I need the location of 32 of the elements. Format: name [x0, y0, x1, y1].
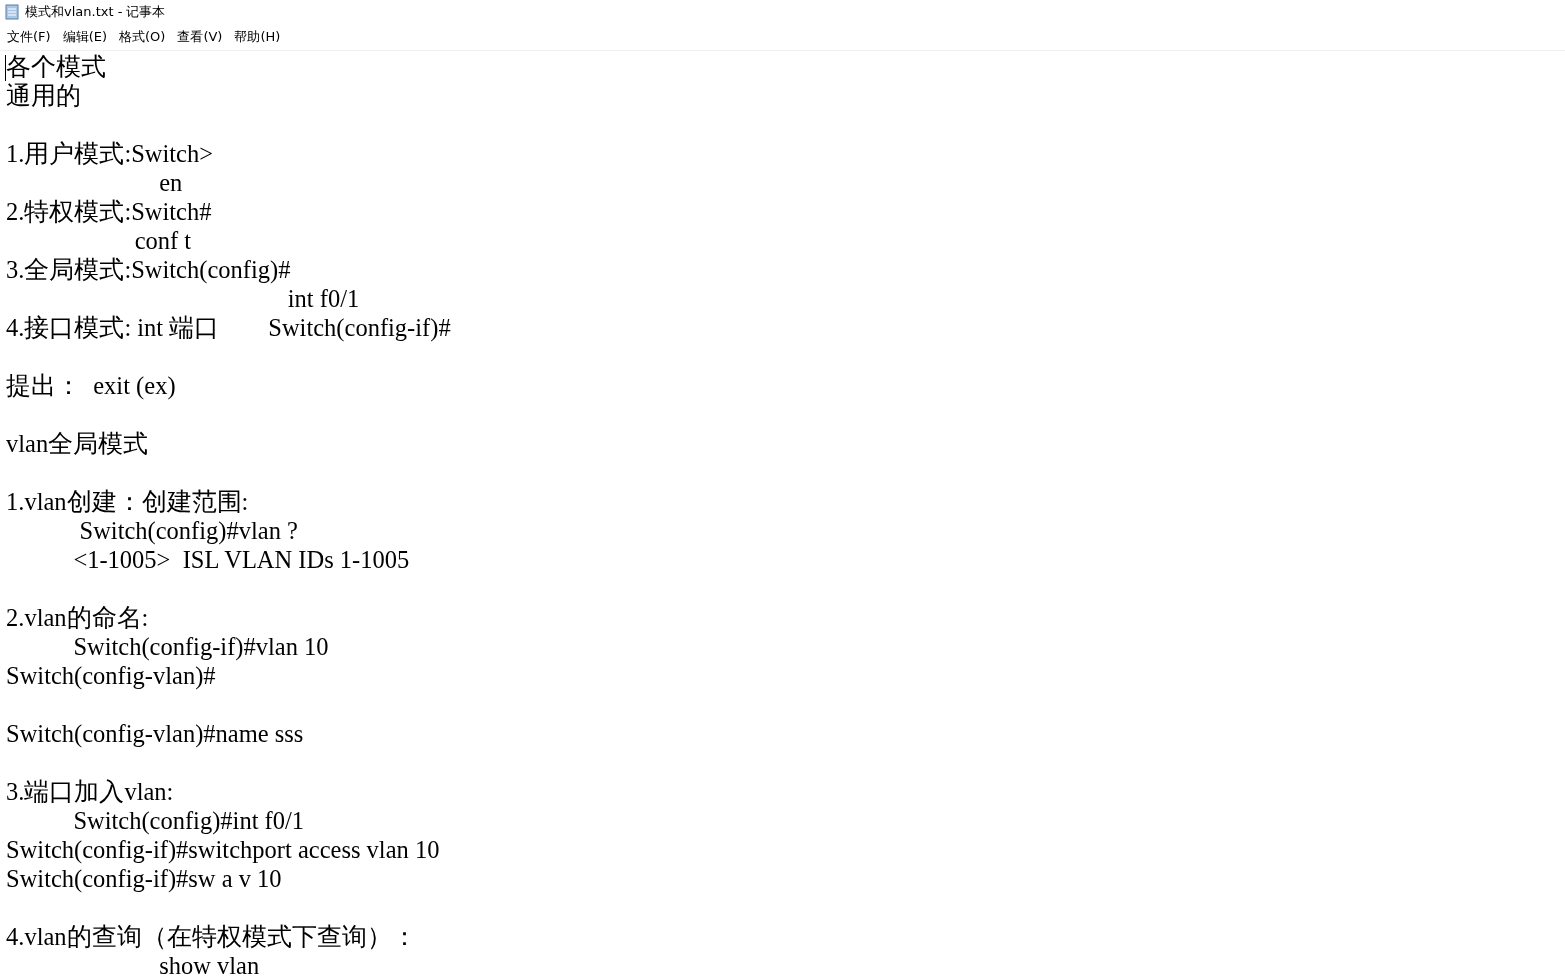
text-line: 各个模式: [6, 53, 106, 80]
notepad-icon: [4, 4, 20, 20]
text-line: <1-1005> ISL VLAN IDs 1-1005: [72, 546, 410, 573]
text-line: int f0/1: [286, 285, 360, 312]
menu-item[interactable]: 查看(V): [172, 28, 228, 46]
text-line: Switch(config-if)#switchport access vlan 10: [6, 836, 440, 863]
text-line: conf t: [133, 227, 192, 254]
text-line: Switch(config-vlan)#name sss: [6, 720, 304, 747]
text-line: en: [158, 169, 183, 196]
text-line: Switch(config)#vlan ?: [78, 517, 298, 544]
text-line: 2.特权模式:Switch#: [6, 198, 212, 225]
text-line: Switch(config-if)#sw a v 10: [6, 865, 282, 892]
text-line: 3.端口加入vlan:: [6, 778, 174, 805]
menu-item[interactable]: 帮助(H): [229, 28, 286, 46]
menu-item[interactable]: 编辑(E): [57, 28, 112, 46]
text-line: Switch(config-if)#vlan 10: [72, 633, 329, 660]
text-line: 4.vlan的查询（在特权模式下查询）：: [6, 923, 417, 950]
text-line: show vlan: [158, 952, 260, 978]
text-line: 3.全局模式:Switch(config)#: [6, 256, 291, 283]
menu-item[interactable]: 格式(O): [114, 28, 171, 46]
text-line: 2.vlan的命名:: [6, 604, 149, 631]
window-title: 模式和vlan.txt - 记事本: [25, 3, 166, 21]
text-line: Switch(config)#int f0/1: [72, 807, 305, 834]
text-line: Switch(config-vlan)#: [6, 662, 216, 689]
text-line: 通用的: [6, 82, 81, 109]
text-line: 1.用户模式:Switch>: [6, 140, 214, 167]
text-line: 4.接口模式: int 端口 Switch(config-if)#: [6, 314, 451, 341]
text-line: vlan全局模式: [6, 430, 149, 457]
text-line: 1.vlan创建：创建范围:: [6, 488, 249, 515]
menu-item[interactable]: 文件(F): [2, 28, 56, 46]
text-line: 提出： exit (ex): [6, 372, 176, 399]
text-caret: [5, 55, 6, 81]
